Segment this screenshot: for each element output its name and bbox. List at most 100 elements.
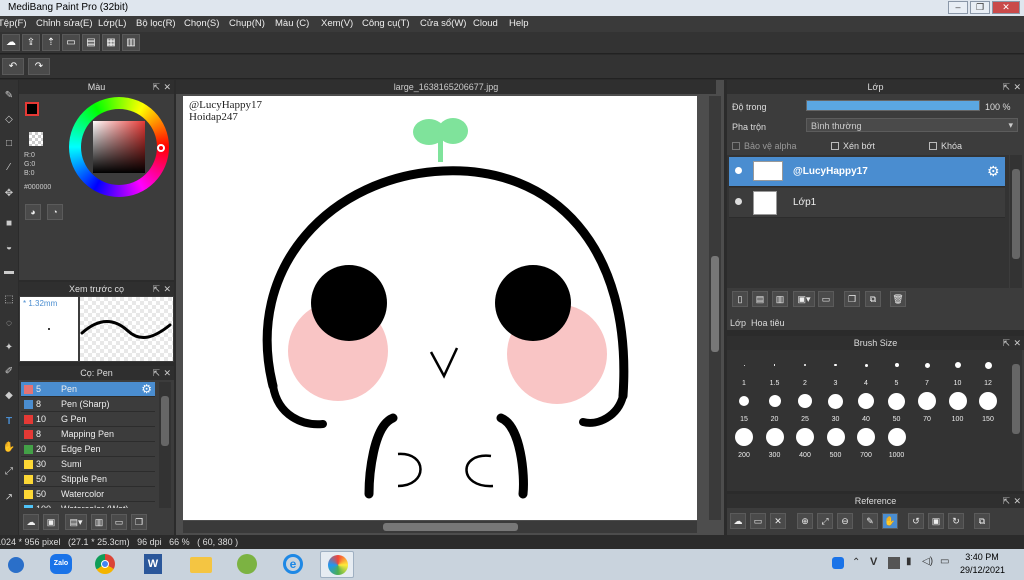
rectangle-tool-icon[interactable]: □	[1, 136, 17, 152]
panel-undock-icon[interactable]: ⇱	[1002, 336, 1010, 350]
brush-settings-icon[interactable]: ▥	[91, 514, 107, 530]
eraser-tool-icon[interactable]: ◇	[1, 112, 17, 128]
background-color-swatch[interactable]	[29, 132, 43, 146]
folder-icon[interactable]: ▭	[818, 291, 834, 307]
menu-capture[interactable]: Chụp(N)	[229, 18, 265, 29]
magic-wand-icon[interactable]: ✦	[1, 340, 17, 356]
brush-size-option[interactable]: 5	[882, 352, 912, 387]
eyedropper-tool-icon[interactable]: ⤢	[1, 464, 17, 480]
rotate-left-icon[interactable]: ↺	[908, 513, 924, 529]
select-pen-icon[interactable]: ✐	[1, 364, 17, 380]
brush-size-option[interactable]: 2	[790, 352, 820, 387]
hue-handle[interactable]	[157, 144, 165, 152]
panel-undock-icon[interactable]: ⇱	[1002, 80, 1010, 94]
tray-expand-icon[interactable]: ⌃	[852, 557, 860, 568]
zoom-out-icon[interactable]: ⊖	[837, 513, 853, 529]
gear-icon[interactable]: ⚙	[141, 382, 152, 396]
document-icon[interactable]: ▤	[82, 34, 100, 51]
fit-icon[interactable]: ⤢	[817, 513, 833, 529]
menu-color[interactable]: Màu (C)	[275, 18, 309, 29]
brush-item[interactable]: 50 Watercolor	[21, 487, 155, 502]
undo-icon[interactable]: ↶	[2, 58, 24, 75]
panel-undock-icon[interactable]: ⇱	[152, 80, 160, 94]
menu-view[interactable]: Xem(V)	[321, 18, 353, 29]
tray-zalo-icon[interactable]	[832, 557, 844, 569]
select-eraser-icon[interactable]: ◆	[1, 388, 17, 404]
reference-close-icon[interactable]: ✕	[770, 513, 786, 529]
new-layer-icon[interactable]: ▯	[732, 291, 748, 307]
zoom-in-icon[interactable]: ⊕	[797, 513, 813, 529]
brush-size-option[interactable]: 1000	[882, 424, 912, 459]
visibility-icon[interactable]	[735, 198, 742, 205]
bucket-tool-icon[interactable]: ◒	[1, 240, 17, 256]
comment-icon[interactable]: ▭	[62, 34, 80, 51]
protect-alpha-checkbox[interactable]: Bảo vệ alpha	[732, 141, 797, 151]
brush-item[interactable]: 10 G Pen	[21, 412, 155, 427]
panel-close-icon[interactable]: ✕	[163, 366, 171, 380]
medibang-taskbar-icon[interactable]	[320, 551, 354, 578]
layout-icon[interactable]: ▥	[122, 34, 140, 51]
duplicate-layer-icon[interactable]: ❐	[844, 291, 860, 307]
brush-cloud-icon[interactable]: ☁	[23, 514, 39, 530]
layer-row-layer1[interactable]: Lớp1	[729, 188, 1005, 218]
fit-window-icon[interactable]: ▣	[928, 513, 944, 529]
brush-size-option[interactable]: 25	[790, 388, 820, 423]
explorer-taskbar-icon[interactable]	[184, 551, 218, 578]
brush-size-option[interactable]: 1	[729, 352, 759, 387]
tray-v-icon[interactable]: V	[870, 556, 877, 568]
select-rect-icon[interactable]: ⬚	[1, 292, 17, 308]
text-tool-icon[interactable]: T	[1, 414, 17, 430]
tray-app-icon[interactable]	[888, 557, 900, 569]
brush-size-option[interactable]: 30	[821, 388, 851, 423]
lock-checkbox[interactable]: Khóa	[929, 141, 962, 151]
gear-icon[interactable]: ⚙	[987, 163, 1000, 180]
drawing-canvas[interactable]: @LucyHappy17 Hoidap247	[183, 96, 697, 520]
clipping-checkbox[interactable]: Xén bớt	[831, 141, 875, 151]
chrome-taskbar-icon[interactable]	[88, 551, 122, 578]
tab-layer[interactable]: Lớp	[727, 316, 749, 330]
brush-tool-icon[interactable]: ✎	[1, 88, 17, 104]
reference-eyedropper-icon[interactable]: ✎	[862, 513, 878, 529]
color-history-icon[interactable]: ◔	[47, 204, 63, 220]
add-brush-icon[interactable]: ▣	[43, 514, 59, 530]
opacity-slider[interactable]	[806, 100, 980, 111]
brush-size-option[interactable]: 100	[943, 388, 973, 423]
grid-icon[interactable]: ▦	[102, 34, 120, 51]
panel-close-icon[interactable]: ✕	[163, 282, 171, 296]
ie-taskbar-icon[interactable]: e	[276, 551, 310, 578]
blend-mode-select[interactable]: Bình thường ▾	[806, 118, 1018, 132]
redo-icon[interactable]: ↷	[28, 58, 50, 75]
fill-rect-icon[interactable]: ■	[1, 216, 17, 232]
windows-start-icon[interactable]	[4, 551, 28, 578]
brush-item[interactable]: 8 Mapping Pen	[21, 427, 155, 442]
canvas-vertical-scrollbar[interactable]	[709, 96, 721, 520]
share-icon[interactable]: ⇡	[42, 34, 60, 51]
new-color-layer-icon[interactable]: ▥	[772, 291, 788, 307]
brush-size-option[interactable]: 500	[821, 424, 851, 459]
menu-tools[interactable]: Công cụ(T)	[362, 18, 410, 29]
hue-ring[interactable]	[69, 97, 169, 197]
brush-size-option[interactable]: 400	[790, 424, 820, 459]
brush-size-option[interactable]: 15	[729, 388, 759, 423]
merge-layer-icon[interactable]: ⧉	[865, 291, 881, 307]
panel-close-icon[interactable]: ✕	[1013, 494, 1021, 508]
reference-pin-icon[interactable]: ⧉	[974, 513, 990, 529]
brush-item[interactable]: 30 Sumi	[21, 457, 155, 472]
tab-navigator[interactable]: Hoa tiêu	[751, 316, 785, 330]
layer-row-watermark[interactable]: @LucyHappy17 ⚙	[729, 157, 1005, 187]
menu-layer[interactable]: Lớp(L)	[98, 18, 126, 29]
brush-size-option[interactable]: 20	[760, 388, 790, 423]
zalo-taskbar-icon[interactable]: Zalo	[44, 551, 78, 578]
panel-undock-icon[interactable]: ⇱	[152, 282, 160, 296]
menu-file[interactable]: Tệp(F)	[0, 18, 27, 29]
add-layer-dropdown-icon[interactable]: ▣▾	[793, 291, 815, 307]
brush-size-option[interactable]: 700	[851, 424, 881, 459]
move-tool-icon[interactable]: ✥	[1, 186, 17, 202]
brush-list-scrollbar[interactable]	[159, 382, 171, 508]
lasso-tool-icon[interactable]: ◌	[1, 316, 17, 332]
menu-select[interactable]: Chọn(S)	[184, 18, 219, 29]
menu-edit[interactable]: Chỉnh sửa(E)	[36, 18, 93, 29]
brush-folder-icon[interactable]: ▭	[111, 514, 127, 530]
panel-close-icon[interactable]: ✕	[163, 80, 171, 94]
brush-copy-icon[interactable]: ❐	[131, 514, 147, 530]
